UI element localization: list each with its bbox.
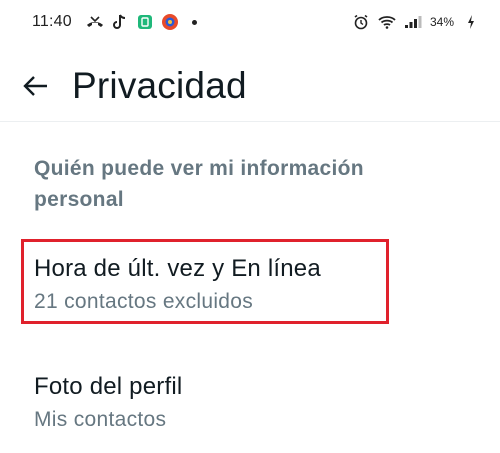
alarm-icon	[352, 13, 370, 31]
more-notifications-dot	[191, 19, 197, 25]
setting-profile-photo[interactable]: Foto del perfil Mis contactos	[34, 372, 464, 434]
status-time: 11:40	[32, 13, 72, 30]
status-bar: 11:40 34%	[0, 0, 500, 44]
system-icons: 34%	[352, 13, 480, 31]
missed-call-icon	[86, 13, 104, 31]
tiktok-icon	[111, 13, 129, 31]
wifi-icon	[378, 13, 396, 31]
setting-title: Hora de últ. vez y En línea	[34, 255, 321, 282]
setting-last-seen-online[interactable]: Hora de últ. vez y En línea 21 contactos…	[34, 254, 464, 316]
back-button[interactable]	[20, 70, 52, 102]
setting-subtitle: Mis contactos	[34, 408, 167, 431]
setting-title: Foto del perfil	[34, 373, 183, 400]
game-icon	[161, 13, 179, 31]
notification-icons	[86, 13, 197, 31]
setting-subtitle: 21 contactos excluidos	[34, 290, 254, 313]
app-icon	[136, 13, 154, 31]
app-bar: Privacidad	[0, 50, 500, 122]
battery-percent: 34%	[429, 15, 454, 29]
page-title: Privacidad	[72, 64, 247, 106]
back-arrow-icon	[23, 75, 47, 96]
signal-icon	[404, 13, 422, 31]
battery-icon	[462, 13, 480, 31]
section-title: Quién puede ver mi información personal	[34, 157, 364, 211]
